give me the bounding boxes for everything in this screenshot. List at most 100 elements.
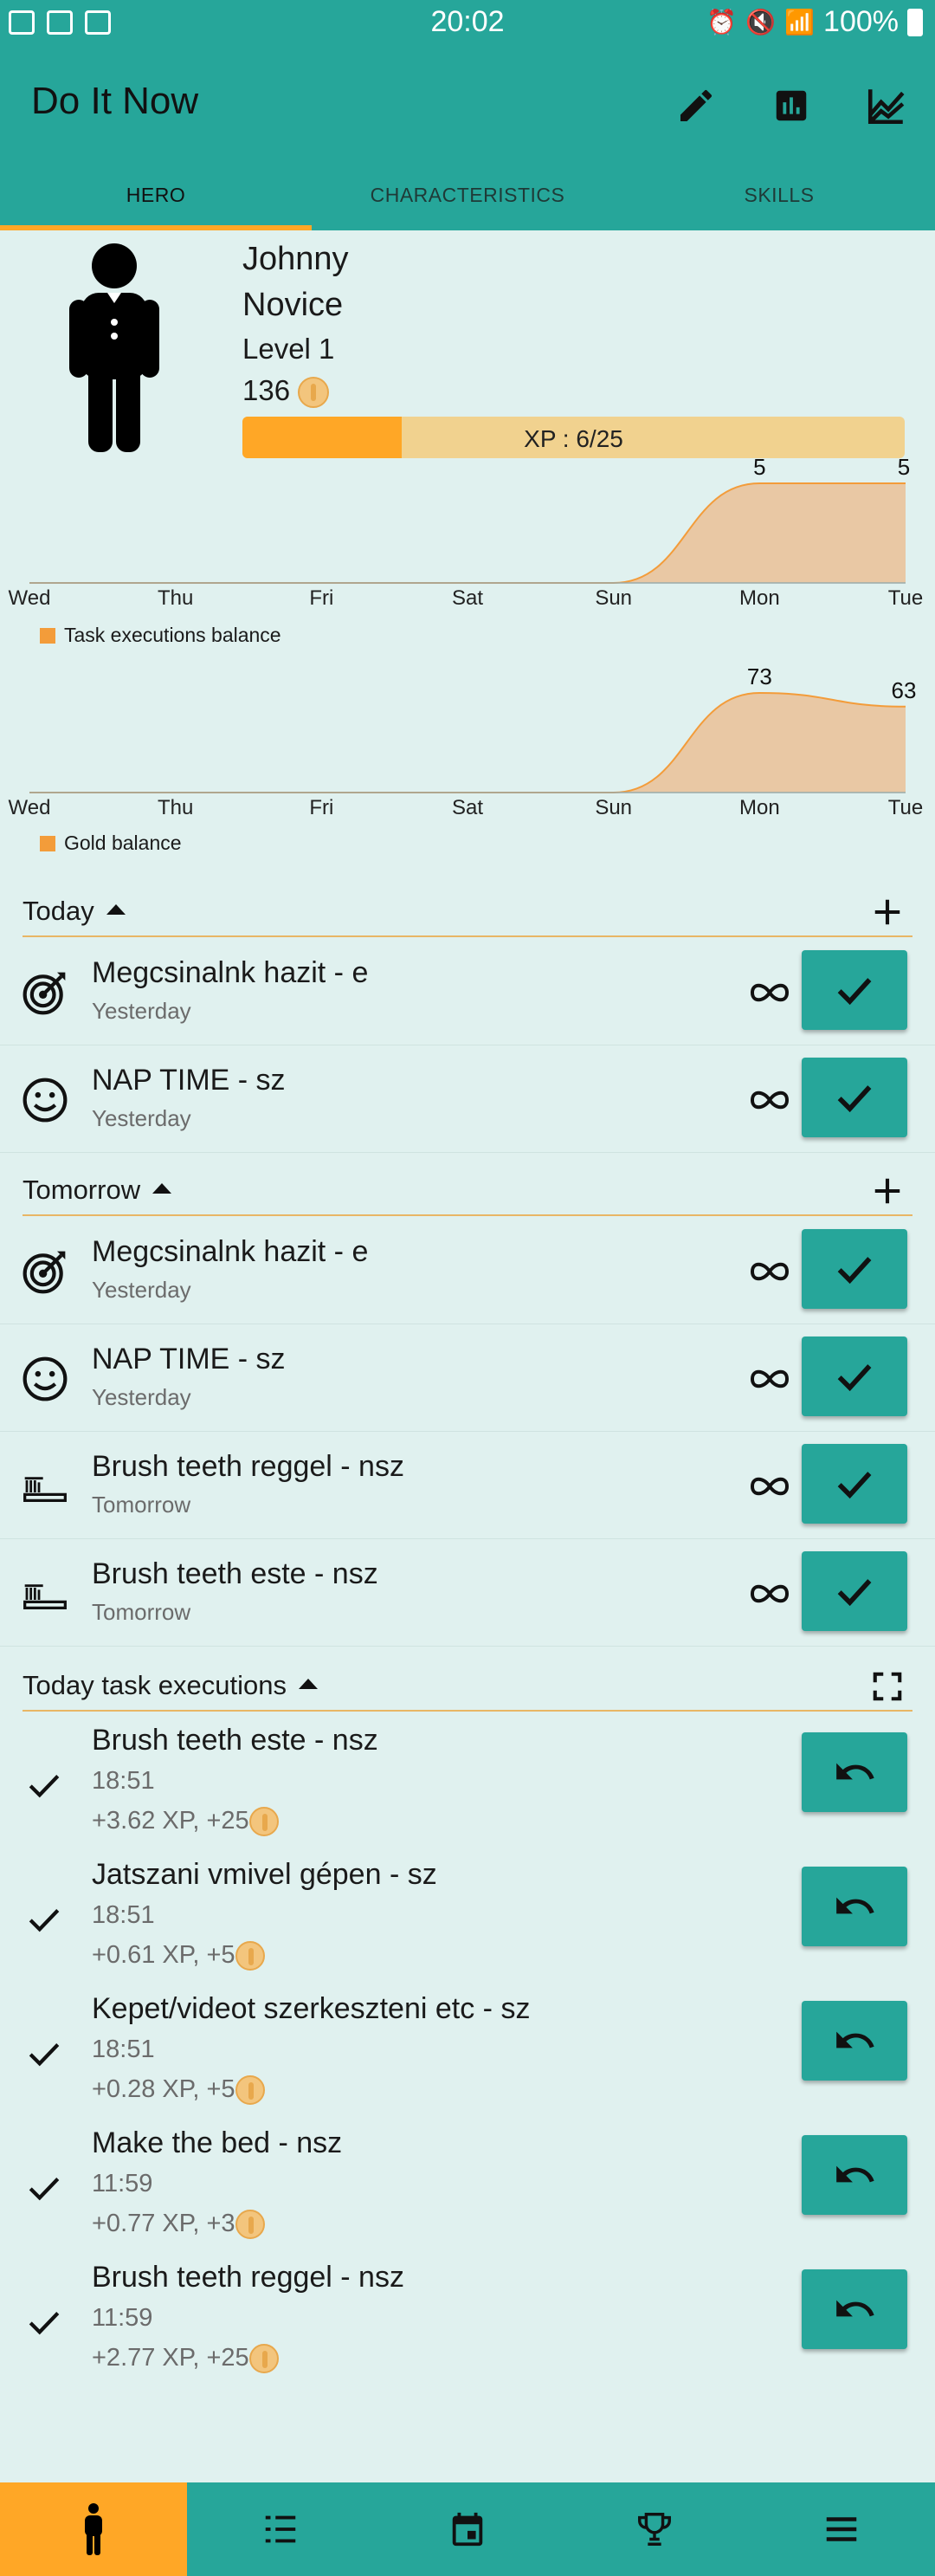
execution-done: [26, 1901, 62, 1942]
edit-button[interactable]: [668, 78, 724, 133]
execution-row: Jatszani vmivel gépen - sz 18:51 +0.61 XP,…: [0, 1853, 935, 1987]
hero-icon: [85, 2503, 102, 2555]
undo-execution-button[interactable]: [802, 2269, 907, 2349]
tab-hero[interactable]: HERO: [0, 161, 312, 230]
task-executions-chart: Wed Thu Fri Sat Sun Mon Tue 5 5: [9, 457, 924, 610]
x-tick-label: Fri: [309, 796, 333, 819]
nav-calendar[interactable]: [374, 2482, 561, 2576]
check-icon: [837, 1579, 872, 1607]
tab-skills[interactable]: SKILLS: [623, 161, 935, 230]
add-today-task-button[interactable]: [871, 896, 904, 933]
task-name: Megcsinalnk hazit - e: [92, 1235, 369, 1268]
x-tick-label: Sat: [452, 796, 483, 819]
trophy-icon: [638, 2513, 671, 2546]
target-icon: [23, 1251, 66, 1294]
undo-execution-button[interactable]: [802, 2135, 907, 2215]
undo-icon: [836, 1763, 874, 1780]
execution-time: 18:51: [92, 2036, 155, 2063]
undo-execution-button[interactable]: [802, 2001, 907, 2081]
task-row[interactable]: NAP TIME - sz Yesterday: [0, 1045, 935, 1153]
x-tick-label: Wed: [9, 796, 51, 819]
gold-coin-icon: [248, 2344, 279, 2374]
nav-tasks[interactable]: [187, 2482, 374, 2576]
execution-time: 11:59: [92, 2170, 153, 2197]
execution-done: [26, 2036, 62, 2076]
executions-section-header[interactable]: Today task executions: [23, 1663, 912, 1712]
alarm-icon: ⏰: [706, 9, 738, 36]
execution-row: Make the bed - nsz 11:59 +0.77 XP, +3: [0, 2121, 935, 2256]
repeat-indicator: [748, 1566, 791, 1618]
execution-time: 18:51: [92, 1901, 155, 1929]
execution-time: 11:59: [92, 2304, 153, 2332]
app-title: Do It Now: [31, 80, 199, 122]
execution-done: [26, 2304, 62, 2345]
plus-icon: [874, 1178, 900, 1204]
wifi-icon: 📶: [784, 9, 816, 36]
check-icon: [837, 1472, 872, 1499]
task-name: Brush teeth reggel - nsz: [92, 1450, 404, 1483]
smiley-icon: [23, 1078, 68, 1123]
fullscreen-button[interactable]: [871, 1670, 904, 1707]
task-name: Brush teeth este - nsz: [92, 1557, 378, 1590]
hero-level: Level 1: [242, 333, 335, 365]
nav-achievements[interactable]: [561, 2482, 748, 2576]
task-row[interactable]: Brush teeth este - nsz Tomorrow: [0, 1538, 935, 1647]
complete-task-button[interactable]: [802, 1551, 907, 1631]
statistics-button[interactable]: [764, 78, 819, 133]
complete-task-button[interactable]: [802, 1229, 907, 1309]
data-label: 5: [753, 457, 765, 480]
x-tick-label: Sun: [595, 586, 632, 610]
chart-area: [29, 693, 906, 793]
tomorrow-section-header[interactable]: Tomorrow: [23, 1168, 912, 1216]
undo-icon: [836, 1897, 874, 1914]
data-label: 63: [892, 677, 917, 703]
check-icon: [837, 1257, 872, 1285]
task-due: Yesterday: [92, 1277, 191, 1303]
execution-name: Brush teeth este - nsz: [92, 1724, 378, 1757]
infinity-icon: [750, 1262, 790, 1281]
task-row[interactable]: NAP TIME - sz Yesterday: [0, 1324, 935, 1432]
execution-gain: +0.77 XP, +3: [92, 2210, 235, 2237]
tab-characteristics[interactable]: CHARACTERISTICS: [312, 161, 623, 230]
add-tomorrow-task-button[interactable]: [871, 1175, 904, 1212]
infinity-icon: [750, 983, 790, 1002]
x-tick-label: Tue: [888, 796, 923, 819]
tab-bar: HERO CHARACTERISTICS SKILLS: [0, 161, 935, 230]
x-tick-label: Sun: [595, 796, 632, 819]
toothbrush-icon: [23, 1584, 67, 1609]
undo-execution-button[interactable]: [802, 1732, 907, 1812]
infinity-icon: [750, 1584, 790, 1603]
undo-icon: [836, 2031, 874, 2049]
chart-legend-gold: Gold balance: [40, 832, 182, 855]
execution-done: [26, 2170, 62, 2210]
task-row[interactable]: Brush teeth reggel - nsz Tomorrow: [0, 1431, 935, 1539]
today-section-header[interactable]: Today: [23, 889, 912, 937]
complete-task-button[interactable]: [802, 1058, 907, 1137]
complete-task-button[interactable]: [802, 1337, 907, 1416]
task-type-icon: [21, 968, 69, 1017]
undo-execution-button[interactable]: [802, 1867, 907, 1946]
data-label: 5: [898, 457, 910, 480]
legend-swatch: [40, 835, 55, 851]
execution-name: Make the bed - nsz: [92, 2126, 343, 2159]
app-bar: Do It Now: [0, 50, 935, 161]
trend-button[interactable]: [859, 78, 914, 133]
bottom-navigation: [0, 2482, 935, 2576]
mute-icon: 🔇: [745, 9, 777, 36]
xp-label: XP : 6/25: [524, 425, 623, 452]
complete-task-button[interactable]: [802, 950, 907, 1030]
bar-chart-icon: [776, 90, 807, 121]
infinity-icon: [750, 1477, 790, 1496]
task-row[interactable]: Megcsinalnk hazit - e Yesterday: [0, 937, 935, 1045]
nav-menu[interactable]: [748, 2482, 935, 2576]
execution-done: [26, 1767, 62, 1808]
task-row[interactable]: Megcsinalnk hazit - e Yesterday: [0, 1216, 935, 1324]
line-chart-icon: [867, 89, 905, 125]
xp-progress-bar: XP : 6/25: [242, 417, 905, 458]
complete-task-button[interactable]: [802, 1444, 907, 1524]
x-tick-label: Mon: [739, 586, 780, 610]
nav-hero[interactable]: [0, 2482, 187, 2576]
execution-gain: +0.28 XP, +5: [92, 2075, 235, 2103]
executions-label: Today task executions: [23, 1670, 287, 1700]
check-icon: [837, 1085, 872, 1113]
